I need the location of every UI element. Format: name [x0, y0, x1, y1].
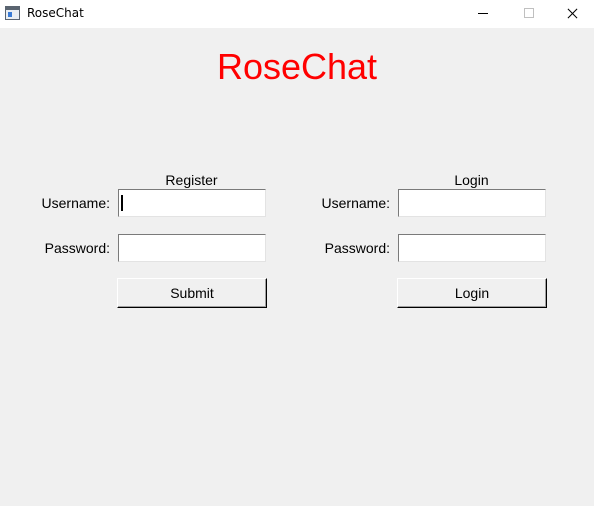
app-heading: RoseChat [216, 46, 378, 87]
login-password-input[interactable] [398, 234, 546, 262]
register-submit-button[interactable]: Submit [117, 278, 267, 308]
app-window-icon [5, 6, 20, 20]
register-password-input[interactable] [118, 234, 266, 262]
minimize-icon [478, 13, 488, 14]
maximize-icon [524, 8, 534, 18]
app-window: RoseChat RoseChat Register Username: Pas… [0, 0, 594, 506]
register-title: Register [165, 172, 218, 188]
close-button[interactable] [549, 0, 594, 28]
close-icon [567, 8, 578, 19]
maximize-button[interactable] [506, 0, 552, 28]
window-title: RoseChat [27, 6, 84, 20]
register-username-input[interactable] [118, 189, 266, 217]
title-bar[interactable]: RoseChat [0, 0, 594, 28]
text-cursor [121, 195, 123, 211]
login-username-label: Username: [321, 195, 390, 211]
minimize-button[interactable] [460, 0, 506, 28]
login-button[interactable]: Login [397, 278, 547, 308]
register-password-label: Password: [44, 240, 110, 256]
login-password-label: Password: [324, 240, 390, 256]
login-title: Login [454, 172, 489, 188]
login-username-input[interactable] [398, 189, 546, 217]
register-username-label: Username: [41, 195, 110, 211]
